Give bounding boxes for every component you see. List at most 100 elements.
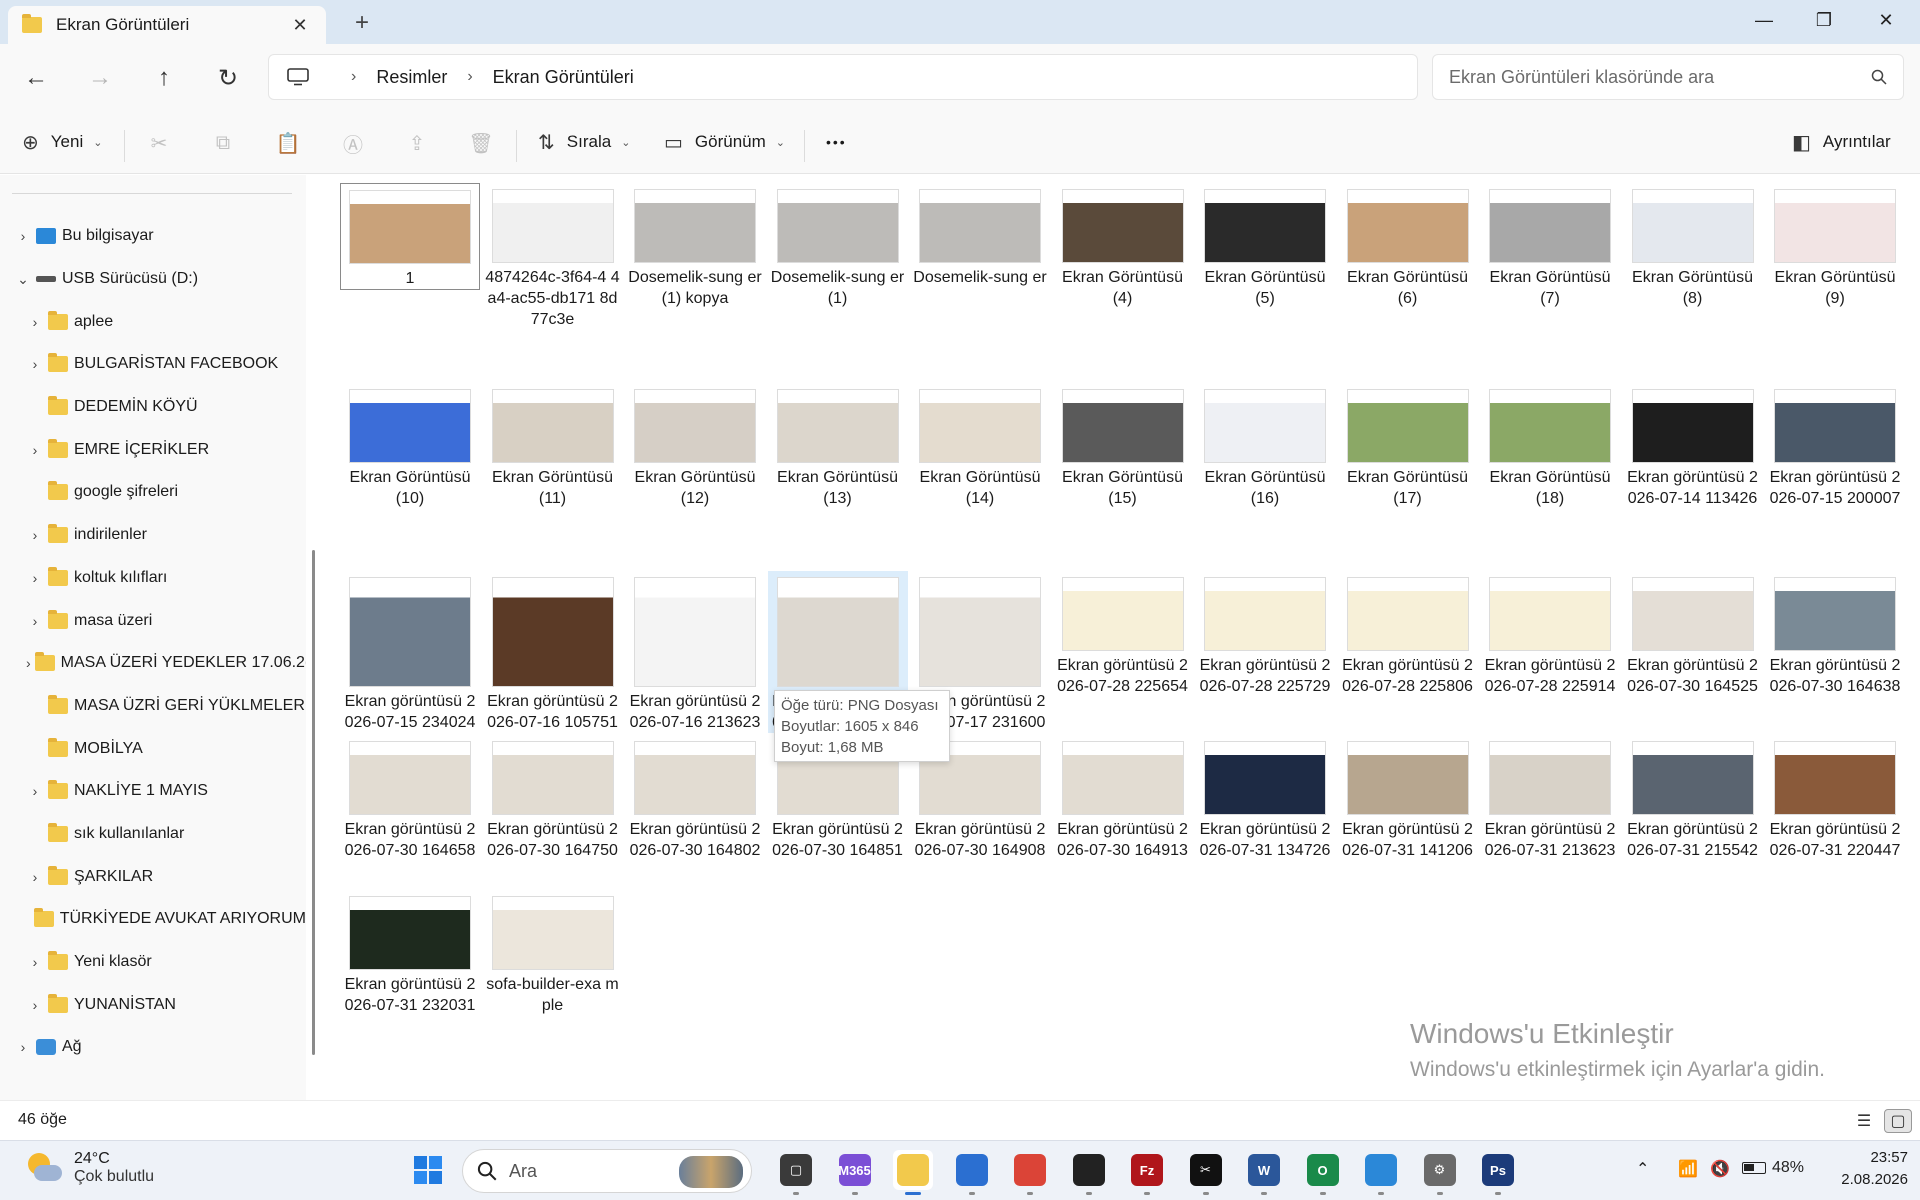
file-item[interactable]: Ekran görüntüsü 2026-07-31 215542 [1623,735,1763,861]
file-item[interactable]: Ekran görüntüsü 2026-07-31 134726 [1195,735,1335,861]
file-item[interactable]: Ekran görüntüsü 2026-07-28 225654 [1053,571,1193,697]
sidebar-item[interactable]: › indirilenler [0,514,306,557]
chevron-right-icon[interactable]: › [26,954,44,970]
breadcrumb-ekran-goruntuleri[interactable]: Ekran Görüntüleri [493,67,634,88]
view-button[interactable]: ▭ Görünüm ⌄ [664,122,785,162]
chevron-right-icon[interactable]: › [26,783,44,799]
taskbar-app-photoshop[interactable]: Ps [1478,1150,1518,1190]
sidebar-item[interactable]: › Yeni klasör [0,941,306,984]
file-item[interactable]: Ekran görüntüsü 2026-07-14 113426 [1623,383,1763,509]
sidebar-item[interactable]: › masa üzeri [0,599,306,642]
file-item[interactable]: Ekran görüntüsü 2026-07-28 225914 [1480,571,1620,697]
chevron-right-icon[interactable]: › [14,1039,32,1055]
sidebar-item[interactable]: › Bu bilgisayar [0,215,306,258]
chevron-right-icon[interactable]: › [14,228,32,244]
sidebar-item[interactable]: › MASA ÜZERİ YEDEKLER 17.06.2( [0,642,306,685]
up-button[interactable]: ↑ [144,58,184,98]
sidebar-item[interactable]: ⌄ USB Sürücüsü (D:) [0,258,306,301]
file-item[interactable]: Ekran görüntüsü 2026-07-30 164658 [340,735,480,861]
file-item[interactable]: Ekran Görüntüsü (4) [1053,183,1193,309]
sidebar-item[interactable]: MOBİLYA [0,727,306,770]
wifi-icon[interactable]: 📶 [1678,1159,1698,1179]
copy-icon[interactable]: ⧉ [210,130,236,156]
file-item[interactable]: Ekran Görüntüsü (18) [1480,383,1620,509]
sidebar-item[interactable]: › BULGARİSTAN FACEBOOK [0,343,306,386]
file-item[interactable]: sofa-builder-exa mple [483,890,623,1016]
sidebar-item[interactable]: › NAKLİYE 1 MAYIS [0,770,306,813]
sidebar-item[interactable]: › Ağ [0,1026,306,1069]
file-item[interactable]: Dosemelik-sung er (1) [768,183,908,309]
details-pane-button[interactable]: ◧ Ayrıntılar [1792,122,1891,162]
file-item[interactable]: Ekran görüntüsü 2026-07-28 225806 [1338,571,1478,697]
file-item[interactable]: Ekran Görüntüsü (8) [1623,183,1763,309]
sidebar-item[interactable]: › ŞARKILAR [0,855,306,898]
file-item[interactable]: Ekran görüntüsü 2026-07-15 200007 [1765,383,1905,509]
taskbar-app-m365[interactable]: M365 [835,1150,875,1190]
file-item[interactable]: Ekran görüntüsü 2026-07-16 213623 [625,571,765,733]
file-item[interactable]: Ekran Görüntüsü (5) [1195,183,1335,309]
taskbar-app-word[interactable]: W [1244,1150,1284,1190]
sidebar-item[interactable]: google şifreleri [0,471,306,514]
more-options-button[interactable]: ••• [826,122,847,162]
file-item[interactable]: Ekran görüntüsü 2026-07-30 164913 [1053,735,1193,861]
clock[interactable]: 23:57 2.08.2026 [1818,1147,1908,1191]
sidebar-item[interactable]: sık kullanılanlar [0,813,306,856]
tab-ekran-goruntuleri[interactable]: Ekran Görüntüleri ✕ [8,6,326,44]
file-item[interactable]: Ekran Görüntüsü (15) [1053,383,1193,509]
file-item[interactable]: Ekran Görüntüsü (16) [1195,383,1335,509]
sidebar-item[interactable]: TÜRKİYEDE AVUKAT ARIYORUM [0,898,306,941]
sidebar-item[interactable]: › koltuk kılıfları [0,557,306,600]
search-input[interactable]: Ekran Görüntüleri klasöründe ara [1449,67,1871,88]
file-item[interactable]: Ekran görüntüsü 2026-07-30 164525 [1623,571,1763,697]
file-item[interactable]: 1 [340,183,480,290]
chevron-right-icon[interactable]: › [26,869,44,885]
large-icons-view-icon[interactable]: ▢ [1884,1109,1912,1133]
chevron-right-icon[interactable]: › [26,997,44,1013]
paste-icon[interactable]: 📋 [275,130,301,156]
battery-indicator[interactable]: 48% [1742,1159,1804,1177]
search-box[interactable]: Ekran Görüntüleri klasöründe ara [1432,54,1904,100]
file-item[interactable]: Ekran Görüntüsü (11) [483,383,623,509]
minimize-button[interactable]: — [1734,0,1794,40]
start-button[interactable] [408,1150,448,1190]
new-button[interactable]: ⊕ Yeni ⌄ [22,122,102,162]
file-item[interactable]: Ekran Görüntüsü (12) [625,383,765,509]
chevron-right-icon[interactable]: › [26,570,44,586]
cut-icon[interactable]: ✂ [146,130,172,156]
chevron-right-icon[interactable]: › [26,655,31,671]
file-item[interactable]: Ekran Görüntüsü (10) [340,383,480,509]
file-item[interactable]: Ekran görüntüsü 2026-07-31 232031 [340,890,480,1016]
taskbar-app-settings[interactable]: ⚙ [1420,1150,1460,1190]
restore-button[interactable]: ❐ [1794,0,1854,40]
rename-icon[interactable]: Ⓐ [340,130,366,157]
taskbar-app-chrome[interactable] [1010,1150,1050,1190]
delete-icon[interactable]: 🗑 [468,130,494,156]
file-item[interactable]: Ekran Görüntüsü (17) [1338,383,1478,509]
file-item[interactable]: Ekran görüntüsü 2026-07-15 234024 [340,571,480,733]
breadcrumb-resimler[interactable]: Resimler [376,67,447,88]
tab-close-icon[interactable]: ✕ [288,15,312,36]
share-icon[interactable]: ⇪ [404,130,430,156]
sidebar-item[interactable]: DEDEMİN KÖYÜ [0,386,306,429]
taskbar-app-opera[interactable]: O [1303,1150,1343,1190]
file-item[interactable]: Ekran görüntüsü 2026-07-16 105751 [483,571,623,733]
chevron-up-icon[interactable]: ⌃ [1636,1159,1649,1179]
chevron-right-icon[interactable]: › [26,527,44,543]
file-item[interactable]: Ekran görüntüsü 2026-07-31 213623 [1480,735,1620,861]
taskbar-search[interactable]: Ara [462,1149,752,1193]
taskbar-app-capcut[interactable]: ✂ [1186,1150,1226,1190]
chevron-down-icon[interactable]: ⌄ [14,271,32,288]
refresh-button[interactable]: ↻ [208,58,248,98]
taskbar-app-task-view[interactable]: ▢ [776,1150,816,1190]
volume-mute-icon[interactable]: 🔇 [1710,1159,1730,1179]
file-item[interactable]: Ekran görüntüsü 2026-07-28 225729 [1195,571,1335,697]
file-item[interactable]: Ekran görüntüsü 2026-07-31 220447 [1765,735,1905,861]
chevron-right-icon[interactable]: › [26,613,44,629]
forward-button[interactable]: → [80,58,120,98]
weather-widget[interactable]: 24°C Çok bulutlu [24,1149,154,1187]
file-item[interactable]: Ekran Görüntüsü (14) [910,383,1050,509]
file-item[interactable]: Ekran Görüntüsü (6) [1338,183,1478,309]
sidebar-item[interactable]: › EMRE İÇERİKLER [0,428,306,471]
file-item[interactable]: Ekran görüntüsü 2026-07-30 164750 [483,735,623,861]
address-bar[interactable]: › Resimler › Ekran Görüntüleri [268,54,1418,100]
